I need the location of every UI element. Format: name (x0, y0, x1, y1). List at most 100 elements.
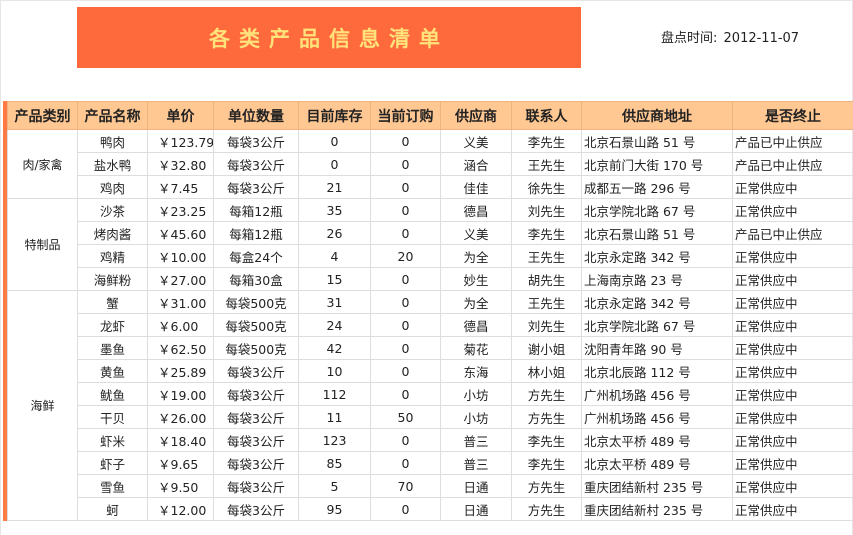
unit-quantity-cell: 每袋3公斤 (213, 152, 299, 176)
status-cell: 正常供应中 (732, 497, 853, 521)
contact-cell: 王先生 (511, 244, 582, 268)
status-cell: 正常供应中 (732, 405, 853, 429)
product-name-cell: 干贝 (77, 405, 148, 429)
category-cell: 海鲜 (7, 290, 78, 521)
supplier-address-cell: 北京石景山路 51 号 (581, 221, 733, 245)
unit-price-cell: ￥9.65 (147, 451, 214, 475)
supplier-address-cell: 北京学院北路 67 号 (581, 198, 733, 222)
stock-cell: 0 (298, 152, 371, 176)
stock-cell: 11 (298, 405, 371, 429)
unit-quantity-cell: 每袋500克 (213, 313, 299, 337)
contact-cell: 刘先生 (511, 198, 582, 222)
supplier-cell: 小坊 (440, 405, 512, 429)
table-row: 特制品 沙茶 ￥23.25 每箱12瓶 35 0 德昌 刘先生 北京学院北路 67 号正常供应中 (7, 198, 853, 291)
table-row: 烤肉酱 ￥45.60 每箱12瓶 26 0 义美 李先生 北京石景山路 51 号产品已中止供应 (8, 221, 853, 245)
contact-cell: 李先生 (511, 221, 582, 245)
table-row: 蚵 ￥12.00 每袋3公斤 95 0 日通 方先生 重庆团结新村 235 号正常供应中 (8, 497, 853, 521)
product-name-cell: 蟹 (77, 290, 148, 314)
table-row: 鱿鱼 ￥19.00 每袋3公斤 112 0 小坊 方先生 广州机场路 456 号正常供应中 (8, 382, 853, 406)
contact-cell: 李先生 (511, 129, 582, 153)
unit-price-cell: ￥19.00 (147, 382, 214, 406)
unit-quantity-cell: 每袋3公斤 (213, 474, 299, 498)
category-cell: 特制品 (7, 198, 78, 291)
supplier-address-cell: 广州机场路 456 号 (581, 405, 733, 429)
status-cell: 产品已中止供应 (732, 152, 853, 176)
supplier-cell: 东海 (440, 359, 512, 383)
contact-cell: 刘先生 (511, 313, 582, 337)
table-row: 黄鱼 ￥25.89 每袋3公斤 10 0 东海 林小姐 北京北辰路 112 号正常供应中 (8, 359, 853, 383)
stock-cell: 123 (298, 428, 371, 452)
contact-cell: 胡先生 (511, 267, 582, 291)
title-banner: 各类产品信息清单 (77, 7, 581, 68)
supplier-cell: 德昌 (440, 313, 512, 337)
unit-price-cell: ￥26.00 (147, 405, 214, 429)
product-name-cell: 鸡精 (77, 244, 148, 268)
order-cell: 0 (370, 497, 441, 521)
unit-quantity-cell: 每袋3公斤 (213, 129, 299, 153)
column-header: 目前库存 (298, 101, 371, 130)
supplier-address-cell: 沈阳青年路 90 号 (581, 336, 733, 360)
unit-quantity-cell: 每箱12瓶 (213, 221, 299, 245)
table-row: 干贝 ￥26.00 每袋3公斤 11 50 小坊 方先生 广州机场路 456 号正常供应中 (8, 405, 853, 429)
column-header: 供应商地址 (581, 101, 733, 130)
contact-cell: 方先生 (511, 382, 582, 406)
table-row: 雪鱼 ￥9.50 每袋3公斤 5 70 日通 方先生 重庆团结新村 235 号正常供应中 (8, 474, 853, 498)
table-body: 肉/家禽 鸭肉 ￥123.79 每袋3公斤 0 0 义美 李先生 北京石景山路 51 号产品已中… (7, 129, 853, 521)
order-cell: 0 (370, 313, 441, 337)
table-row: 龙虾 ￥6.00 每袋500克 24 0 德昌 刘先生 北京学院北路 67 号正常供应中 (8, 313, 853, 337)
column-header: 供应商 (440, 101, 512, 130)
order-cell: 0 (370, 359, 441, 383)
supplier-cell: 涵合 (440, 152, 512, 176)
unit-quantity-cell: 每袋3公斤 (213, 451, 299, 475)
supplier-cell: 普三 (440, 451, 512, 475)
supplier-cell: 德昌 (440, 198, 512, 222)
unit-price-cell: ￥12.00 (147, 497, 214, 521)
supplier-cell: 义美 (440, 129, 512, 153)
product-table: 产品类别 产品名称 单价 单位数量 目前库存 当前订购 供应商 联系人 供应商地… (7, 101, 853, 521)
status-cell: 正常供应中 (732, 428, 853, 452)
category-cell: 肉/家禽 (7, 129, 78, 199)
stock-cell: 4 (298, 244, 371, 268)
product-name-cell: 鸡肉 (77, 175, 148, 199)
unit-price-cell: ￥18.40 (147, 428, 214, 452)
status-cell: 正常供应中 (732, 451, 853, 475)
table-row: 盐水鸭 ￥32.80 每袋3公斤 0 0 涵合 王先生 北京前门大街 170 号产品已中止供应 (8, 152, 853, 176)
product-name-cell: 雪鱼 (77, 474, 148, 498)
unit-quantity-cell: 每袋500克 (213, 290, 299, 314)
supplier-cell: 日通 (440, 474, 512, 498)
unit-quantity-cell: 每袋500克 (213, 336, 299, 360)
status-cell: 正常供应中 (732, 244, 853, 268)
supplier-address-cell: 广州机场路 456 号 (581, 382, 733, 406)
column-header: 当前订购 (370, 101, 441, 130)
unit-quantity-cell: 每袋3公斤 (213, 359, 299, 383)
supplier-cell: 小坊 (440, 382, 512, 406)
contact-cell: 王先生 (511, 152, 582, 176)
stock-cell: 26 (298, 221, 371, 245)
status-cell: 产品已中止供应 (732, 221, 853, 245)
product-name-cell: 沙茶 (77, 198, 148, 222)
table-row: 虾子 ￥9.65 每袋3公斤 85 0 普三 李先生 北京太平桥 489 号正常供应中 (8, 451, 853, 475)
status-cell: 产品已中止供应 (732, 129, 853, 153)
table-row: 鸡精 ￥10.00 每盒24个 4 20 为全 王先生 北京永定路 342 号正常供应中 (8, 244, 853, 268)
table-row: 海鲜蟹 ￥31.00 每袋500克 31 0 为全 王先生 北京永定路 342 号正常供应中 (7, 290, 853, 521)
product-name-cell: 蚵 (77, 497, 148, 521)
unit-quantity-cell: 每箱12瓶 (213, 198, 299, 222)
status-cell: 正常供应中 (732, 474, 853, 498)
column-header: 单价 (147, 101, 214, 130)
status-cell: 正常供应中 (732, 198, 853, 222)
stock-cell: 85 (298, 451, 371, 475)
supplier-address-cell: 北京太平桥 489 号 (581, 451, 733, 475)
contact-cell: 林小姐 (511, 359, 582, 383)
supplier-cell: 菊花 (440, 336, 512, 360)
order-cell: 0 (370, 198, 441, 222)
unit-quantity-cell: 每袋3公斤 (213, 382, 299, 406)
order-cell: 0 (370, 129, 441, 153)
product-name-cell: 盐水鸭 (77, 152, 148, 176)
stock-cell: 112 (298, 382, 371, 406)
order-cell: 50 (370, 405, 441, 429)
order-cell: 0 (370, 267, 441, 291)
page-border-top (0, 0, 853, 1)
contact-cell: 谢小姐 (511, 336, 582, 360)
supplier-address-cell: 重庆团结新村 235 号 (581, 474, 733, 498)
stock-cell: 15 (298, 267, 371, 291)
